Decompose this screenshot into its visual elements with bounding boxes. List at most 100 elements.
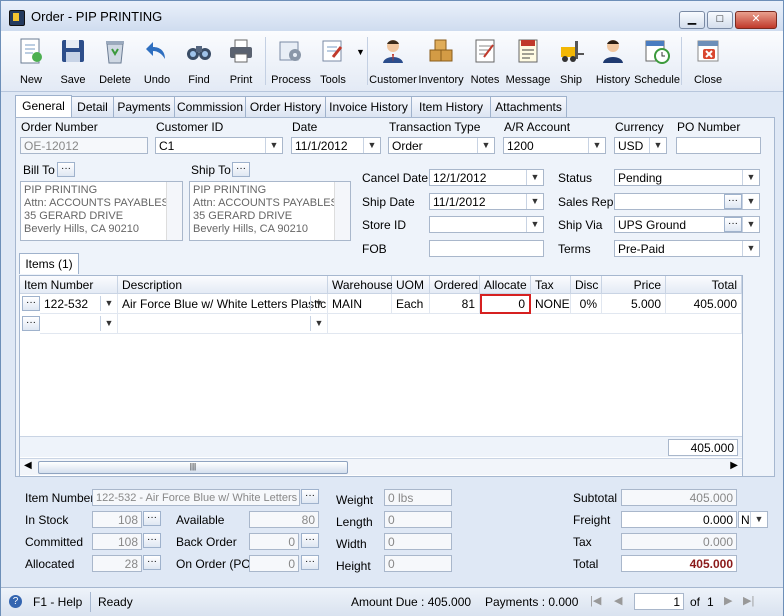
total-cell[interactable]: 405.000: [666, 294, 742, 314]
item-lookup-button[interactable]: ···: [22, 316, 40, 331]
length-field[interactable]: 0: [384, 511, 452, 528]
chevron-down-icon[interactable]: ▼: [100, 296, 117, 311]
description-cell[interactable]: ▼: [118, 314, 328, 334]
width-field[interactable]: 0: [384, 533, 452, 550]
chevron-down-icon[interactable]: ▼: [310, 296, 327, 311]
scroll-right-icon[interactable]: ▶: [730, 460, 738, 471]
customer-id-select[interactable]: C1 ▼: [155, 137, 283, 154]
tab-invoice-history[interactable]: Invoice History: [325, 96, 412, 117]
column-header[interactable]: Total: [666, 276, 742, 294]
in-stock-lookup-button[interactable]: ···: [143, 511, 161, 526]
schedule-button[interactable]: Schedule: [634, 34, 680, 90]
item-number-cell[interactable]: 122-532 ▼: [40, 294, 118, 314]
help-text[interactable]: F1 - Help: [33, 595, 82, 609]
chevron-down-icon[interactable]: ▼: [526, 170, 543, 185]
bill-to-address[interactable]: PIP PRINTING Attn: ACCOUNTS PAYABLES 35 …: [20, 181, 183, 241]
freight-tax-code-select[interactable]: N ▼: [738, 511, 768, 528]
column-header[interactable]: Price: [602, 276, 666, 294]
item-number-cell[interactable]: ▼: [40, 314, 118, 334]
tab-order-history[interactable]: Order History: [245, 96, 326, 117]
item-number-field[interactable]: 122-532 - Air Force Blue w/ White Letter…: [92, 489, 300, 506]
column-header[interactable]: Description: [118, 276, 328, 294]
allocated-lookup-button[interactable]: ···: [143, 555, 161, 570]
chevron-down-icon[interactable]: ▼: [742, 217, 759, 232]
chevron-down-icon[interactable]: ▼: [477, 138, 494, 153]
chevron-down-icon[interactable]: ▼: [526, 194, 543, 209]
price-cell[interactable]: 5.000: [602, 294, 666, 314]
bill-to-scrollbar[interactable]: [166, 182, 182, 240]
chevron-down-icon[interactable]: ▼: [742, 194, 759, 209]
chevron-down-icon[interactable]: ▼: [588, 138, 605, 153]
committed-lookup-button[interactable]: ···: [143, 533, 161, 548]
available-field[interactable]: 80: [249, 511, 319, 528]
tab-commission[interactable]: Commission: [174, 96, 246, 117]
column-header[interactable]: Tax: [531, 276, 571, 294]
column-header[interactable]: Ordered: [430, 276, 480, 294]
chevron-down-icon[interactable]: ▼: [750, 512, 767, 527]
back-order-lookup-button[interactable]: ···: [301, 533, 319, 548]
transaction-type-select[interactable]: Order ▼: [388, 137, 495, 154]
date-field[interactable]: 11/1/2012 ▼: [291, 137, 381, 154]
help-icon[interactable]: ?: [9, 595, 22, 608]
ship-via-lookup-button[interactable]: ···: [724, 217, 742, 232]
ar-account-select[interactable]: 1200 ▼: [503, 137, 606, 154]
tab-attachments[interactable]: Attachments: [490, 96, 567, 117]
tab-payments[interactable]: Payments: [113, 96, 175, 117]
on-order-lookup-button[interactable]: ···: [301, 555, 319, 570]
column-header[interactable]: UOM: [392, 276, 430, 294]
po-number-field[interactable]: [676, 137, 761, 154]
ship-to-address[interactable]: PIP PRINTING Attn: ACCOUNTS PAYABLES 35 …: [189, 181, 351, 241]
order-number-field[interactable]: OE-12012: [20, 137, 148, 154]
freight-field[interactable]: 0.000: [621, 511, 737, 528]
status-select[interactable]: Pending ▼: [614, 169, 760, 186]
ordered-cell[interactable]: 81: [430, 294, 480, 314]
tab-items[interactable]: Items (1): [19, 253, 79, 274]
chevron-down-icon[interactable]: ▼: [526, 217, 543, 232]
back-order-field[interactable]: 0: [249, 533, 299, 550]
column-header[interactable]: Disc: [571, 276, 602, 294]
committed-field[interactable]: 108: [92, 533, 142, 550]
disc-cell[interactable]: 0%: [571, 294, 602, 314]
page-number-field[interactable]: 1: [634, 593, 684, 610]
description-cell[interactable]: Air Force Blue w/ White Letters Plastic ▼: [118, 294, 328, 314]
chevron-down-icon[interactable]: ▼: [649, 138, 666, 153]
column-header[interactable]: Allocate: [480, 276, 531, 294]
chevron-down-icon[interactable]: ▼: [742, 170, 759, 185]
scroll-left-icon[interactable]: ◀: [24, 460, 32, 471]
ship-to-scrollbar[interactable]: [334, 182, 350, 240]
empty-cells[interactable]: [328, 314, 742, 334]
tab-general[interactable]: General: [15, 95, 72, 118]
currency-select[interactable]: USD ▼: [614, 137, 667, 154]
allocate-cell[interactable]: 0: [480, 294, 531, 314]
item-number-lookup-button[interactable]: ···: [301, 489, 319, 504]
warehouse-cell[interactable]: MAIN: [328, 294, 392, 314]
ship-to-lookup-button[interactable]: ···: [232, 162, 250, 177]
first-page-icon[interactable]: |◀: [590, 594, 601, 607]
tools-dropdown-arrow-icon[interactable]: ▼: [356, 47, 365, 57]
column-header[interactable]: Item Number: [20, 276, 118, 294]
terms-select[interactable]: Pre-Paid ▼: [614, 240, 760, 257]
tools-button[interactable]: Tools: [310, 34, 356, 90]
weight-field[interactable]: 0 lbs: [384, 489, 452, 506]
tab-item-history[interactable]: Item History: [411, 96, 491, 117]
close-button[interactable]: Close: [685, 34, 731, 90]
print-button[interactable]: Print: [218, 34, 264, 90]
bill-to-lookup-button[interactable]: ···: [57, 162, 75, 177]
on-order-field[interactable]: 0: [249, 555, 299, 572]
uom-cell[interactable]: Each: [392, 294, 430, 314]
fob-field[interactable]: [429, 240, 544, 257]
chevron-down-icon[interactable]: ▼: [100, 316, 117, 331]
in-stock-field[interactable]: 108: [92, 511, 142, 528]
ship-date-field[interactable]: 11/1/2012 ▼: [429, 193, 544, 210]
allocated-field[interactable]: 28: [92, 555, 142, 572]
chevron-down-icon[interactable]: ▼: [363, 138, 380, 153]
maximize-button[interactable]: □: [707, 11, 733, 29]
minimize-button[interactable]: ▁: [679, 11, 705, 29]
tax-cell[interactable]: NONE: [531, 294, 571, 314]
previous-page-icon[interactable]: ◀: [614, 594, 622, 607]
cancel-date-field[interactable]: 12/1/2012 ▼: [429, 169, 544, 186]
chevron-down-icon[interactable]: ▼: [265, 138, 282, 153]
horizontal-scrollbar[interactable]: ◀ ||| ▶: [20, 458, 742, 475]
tab-detail[interactable]: Detail: [71, 96, 114, 117]
chevron-down-icon[interactable]: ▼: [310, 316, 327, 331]
